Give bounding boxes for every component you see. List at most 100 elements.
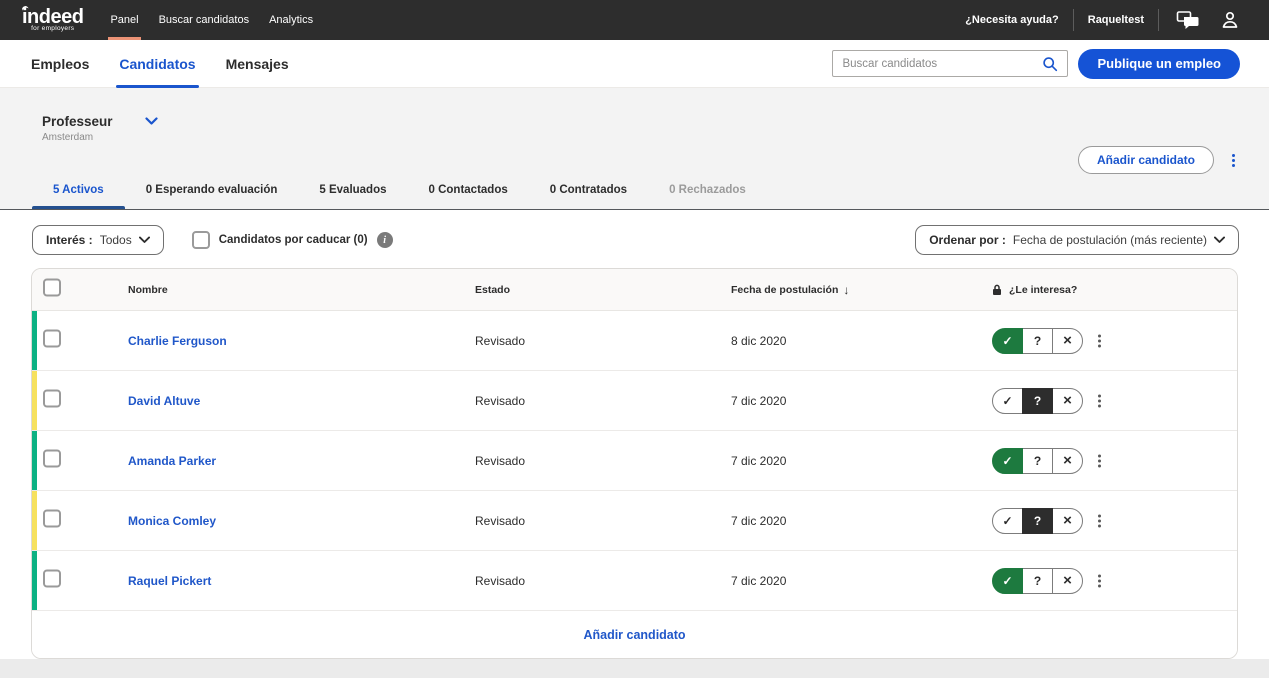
status-tab-activos[interactable]: 5 Activos <box>32 184 125 209</box>
account-menu-button[interactable] <box>1217 10 1243 30</box>
table-row: David Altuve Revisado 7 dic 2020 ✓ ? × <box>32 371 1237 431</box>
logo-brand-text: indeed <box>22 6 84 28</box>
job-header: Professeur Amsterdam <box>0 88 1269 143</box>
candidate-name-link[interactable]: Charlie Ferguson <box>128 334 227 348</box>
job-menu-kebab-icon[interactable] <box>1226 155 1241 166</box>
table-row: Charlie Ferguson Revisado 8 dic 2020 ✓ ?… <box>32 311 1237 371</box>
job-location: Amsterdam <box>42 132 94 143</box>
page-background <box>0 659 1269 678</box>
interest-yes-button[interactable]: ✓ <box>992 387 1023 414</box>
add-candidate-button[interactable]: Añadir candidato <box>1077 146 1214 174</box>
topnav-panel[interactable]: Panel <box>100 0 148 40</box>
account-name-link[interactable]: Raqueltest <box>1088 14 1144 26</box>
interest-button-group: ✓ ? × <box>992 387 1083 414</box>
row-checkbox[interactable] <box>43 449 61 467</box>
date-header-label: Fecha de postulación <box>731 283 839 296</box>
tab-mensajes[interactable]: Mensajes <box>226 40 289 88</box>
interest-filter-dropdown[interactable]: Interés : Todos <box>32 225 164 255</box>
row-checkbox[interactable] <box>43 509 61 527</box>
interest-yes-button[interactable]: ✓ <box>992 567 1023 594</box>
interest-maybe-button[interactable]: ? <box>1022 327 1053 354</box>
column-header-date[interactable]: Fecha de postulación ↓ <box>731 283 849 297</box>
interest-maybe-button[interactable]: ? <box>1022 507 1053 534</box>
interest-button-group: ✓ ? × <box>992 567 1083 594</box>
tab-candidatos[interactable]: Candidatos <box>116 40 199 88</box>
chevron-down-icon <box>1214 236 1225 244</box>
job-actions: Añadir candidato <box>1077 146 1241 174</box>
status-tab-contactados[interactable]: 0 Contactados <box>408 184 529 209</box>
candidates-content: Interés : Todos Candidatos por caducar (… <box>0 210 1269 659</box>
topnav-buscar-candidatos[interactable]: Buscar candidatos <box>149 0 260 40</box>
candidate-name-link[interactable]: Raquel Pickert <box>128 574 211 588</box>
interest-no-button[interactable]: × <box>1052 447 1083 474</box>
interest-maybe-button[interactable]: ? <box>1022 567 1053 594</box>
help-link[interactable]: ¿Necesita ayuda? <box>965 14 1059 26</box>
interest-filter-value: Todos <box>99 233 132 247</box>
search-input[interactable] <box>842 57 1043 70</box>
select-all-checkbox[interactable] <box>43 278 61 296</box>
candidates-table: Nombre Estado Fecha de postulación ↓ ¿Le… <box>31 268 1238 659</box>
indeed-logo[interactable]: indeed for employers <box>22 0 84 40</box>
section-navbar: Empleos Candidatos Mensajes Publique un … <box>0 40 1269 88</box>
interest-filter-label: Interés : <box>46 233 93 247</box>
post-job-button[interactable]: Publique un empleo <box>1078 48 1240 79</box>
job-selector-chevron-down-icon[interactable] <box>144 117 158 126</box>
expiring-candidates-checkbox[interactable] <box>191 231 210 249</box>
row-menu-kebab-icon[interactable] <box>1092 575 1107 586</box>
person-icon <box>1220 10 1240 30</box>
candidate-name-link[interactable]: David Altuve <box>128 394 200 408</box>
row-checkbox[interactable] <box>43 569 61 587</box>
column-header-interest: ¿Le interesa? <box>992 284 1077 296</box>
row-menu-kebab-icon[interactable] <box>1092 335 1107 346</box>
row-checkbox[interactable] <box>43 389 61 407</box>
interest-no-button[interactable]: × <box>1052 387 1083 414</box>
interest-no-button[interactable]: × <box>1052 327 1083 354</box>
interest-maybe-button[interactable]: ? <box>1022 387 1053 414</box>
interest-no-button[interactable]: × <box>1052 567 1083 594</box>
tab-empleos[interactable]: Empleos <box>31 40 89 88</box>
job-header-section: Professeur Amsterdam Añadir candidato 5 … <box>0 88 1269 210</box>
chat-icon <box>1176 10 1200 30</box>
row-color-bar <box>32 371 37 430</box>
candidate-status-tabs: 5 Activos 0 Esperando evaluación 5 Evalu… <box>0 184 1269 209</box>
info-icon[interactable]: i <box>376 232 393 248</box>
status-tab-esperando-evaluacion[interactable]: 0 Esperando evaluación <box>125 184 299 209</box>
candidate-status: Revisado <box>475 573 526 588</box>
candidate-name-link[interactable]: Monica Comley <box>128 514 216 528</box>
row-menu-kebab-icon[interactable] <box>1092 455 1107 466</box>
table-row: Amanda Parker Revisado 7 dic 2020 ✓ ? × <box>32 431 1237 491</box>
column-header-name: Nombre <box>128 283 168 296</box>
topnav-analytics[interactable]: Analytics <box>259 0 323 40</box>
chevron-down-icon <box>138 236 150 244</box>
row-menu-kebab-icon[interactable] <box>1092 515 1107 526</box>
row-menu-kebab-icon[interactable] <box>1092 395 1107 406</box>
column-header-status: Estado <box>475 283 511 296</box>
interest-header-label: ¿Le interesa? <box>1009 283 1078 296</box>
expiring-candidates-filter: Candidatos por caducar (0) i <box>191 231 393 249</box>
row-color-bar <box>32 551 37 610</box>
sort-desc-icon[interactable]: ↓ <box>843 283 849 297</box>
row-checkbox[interactable] <box>43 329 61 347</box>
interest-no-button[interactable]: × <box>1052 507 1083 534</box>
status-tab-rechazados: 0 Rechazados <box>669 184 746 196</box>
status-tab-evaluados[interactable]: 5 Evaluados <box>298 184 407 209</box>
application-date: 7 dic 2020 <box>731 573 787 588</box>
interest-yes-button[interactable]: ✓ <box>992 507 1023 534</box>
interest-maybe-button[interactable]: ? <box>1022 447 1053 474</box>
divider <box>1158 9 1159 31</box>
interest-yes-button[interactable]: ✓ <box>992 327 1023 354</box>
add-candidate-footer-link[interactable]: Añadir candidato <box>583 628 685 642</box>
row-color-bar <box>32 491 37 550</box>
sort-by-dropdown[interactable]: Ordenar por : Fecha de postulación (más … <box>915 225 1239 255</box>
interest-button-group: ✓ ? × <box>992 447 1083 474</box>
application-date: 8 dic 2020 <box>731 333 787 348</box>
messages-button[interactable] <box>1173 10 1203 30</box>
candidate-name-link[interactable]: Amanda Parker <box>128 454 216 468</box>
row-color-bar <box>32 311 37 370</box>
status-tab-contratados[interactable]: 0 Contratados <box>529 184 648 209</box>
application-date: 7 dic 2020 <box>731 513 787 528</box>
interest-yes-button[interactable]: ✓ <box>992 447 1023 474</box>
top-navbar: indeed for employers Panel Buscar candid… <box>0 0 1269 40</box>
interest-button-group: ✓ ? × <box>992 327 1083 354</box>
search-icon[interactable] <box>1042 56 1058 72</box>
